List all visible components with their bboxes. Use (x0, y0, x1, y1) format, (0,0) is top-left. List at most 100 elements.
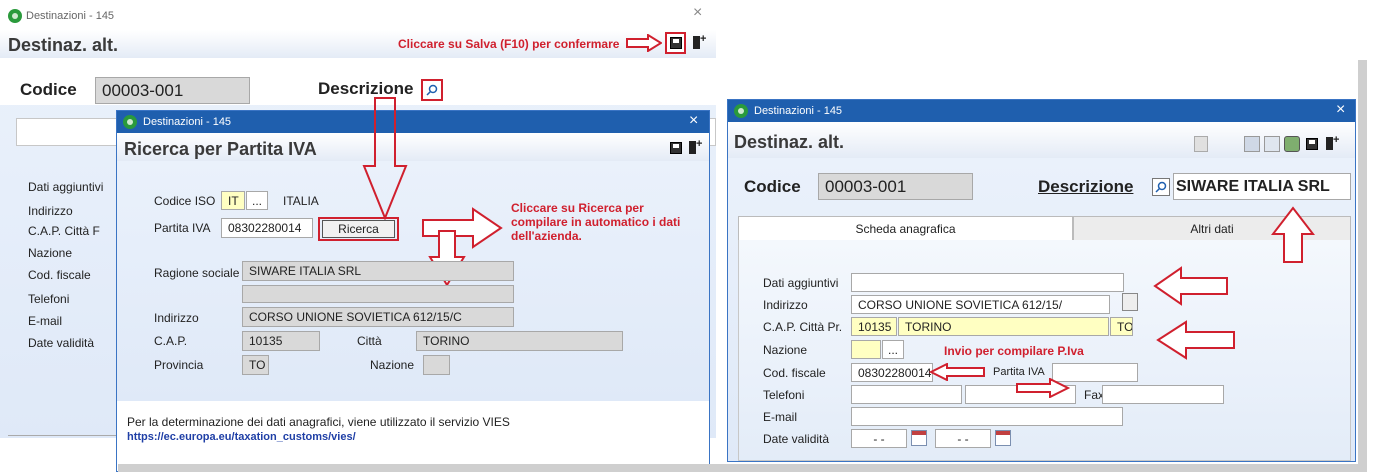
dati-aggiuntivi-field[interactable] (851, 273, 1124, 292)
search-icon (1155, 181, 1167, 193)
toolbar-copy-button[interactable] (1264, 136, 1280, 152)
exit-icon (693, 33, 706, 50)
page-title: Destinaz. alt. (734, 132, 845, 152)
close-icon[interactable]: × (693, 4, 702, 22)
close-icon[interactable]: × (1336, 101, 1345, 119)
cap-citta-label: C.A.P. Città Pr. (763, 320, 843, 334)
app-logo-icon (734, 104, 748, 118)
shadow-bottom (118, 464, 1367, 472)
side-label: E-mail (28, 314, 63, 328)
tab-scheda-anagrafica[interactable]: Scheda anagrafica (738, 216, 1073, 241)
date-to-field[interactable]: - - (935, 429, 991, 448)
citta-label: Città (357, 334, 382, 348)
nazione-label: Nazione (763, 343, 808, 357)
ragione-sociale-field-2 (242, 285, 514, 303)
codice-label: Codice (744, 177, 801, 196)
exit-button[interactable] (1326, 134, 1339, 151)
descrizione-field[interactable]: SIWARE ITALIA SRL (1173, 173, 1351, 200)
floppy-icon (670, 142, 682, 154)
nazione-lookup-button[interactable]: ... (882, 340, 904, 359)
cod-fiscale-label: Cod. fiscale (763, 366, 826, 380)
window-destinazioni-right: Destinazioni - 145 × Destinaz. alt. Codi… (727, 99, 1356, 462)
codice-iso-field[interactable]: IT (221, 191, 245, 210)
fax-field[interactable] (1102, 385, 1224, 404)
window-title: Destinazioni - 145 (26, 10, 115, 22)
page-title: Destinaz. alt. (8, 35, 119, 55)
arrow-left-icon (1156, 320, 1236, 360)
arrow-right-icon (1016, 378, 1070, 398)
vies-link[interactable]: https://ec.europa.eu/taxation_customs/vi… (127, 431, 356, 443)
indirizzo-label: Indirizzo (154, 311, 199, 325)
codice-label: Codice (20, 80, 77, 99)
indirizzo-field: CORSO UNIONE SOVIETICA 612/15/C (242, 307, 514, 327)
indirizzo-field[interactable]: CORSO UNIONE SOVIETICA 612/15/ (851, 295, 1110, 314)
provincia-label: Provincia (154, 358, 204, 372)
window-title: Destinazioni - 145 (754, 105, 843, 117)
side-label: Telefoni (28, 292, 70, 306)
toolbar-delete-button[interactable] (1194, 136, 1208, 152)
nazione-field (423, 355, 450, 375)
bottom-line (8, 435, 118, 436)
toolbar-print-button[interactable] (1244, 136, 1260, 152)
exit-button[interactable] (693, 33, 706, 50)
save-button[interactable] (670, 142, 682, 154)
body-top-white (0, 58, 716, 75)
codice-iso-label: Codice ISO (154, 194, 216, 208)
dialog-ricerca-partita-iva: Destinazioni - 145 × Ricerca per Partita… (116, 110, 710, 472)
provincia-field: TO (242, 355, 269, 375)
address-detail-button[interactable] (1122, 293, 1138, 311)
toolbar-tools-button[interactable] (1284, 136, 1300, 152)
descrizione-search-button[interactable] (421, 79, 443, 101)
arrow-right-icon (626, 34, 662, 52)
cap-field[interactable]: 10135 (851, 317, 897, 336)
dialog-heading: Ricerca per Partita IVA (124, 139, 317, 159)
provincia-field[interactable]: TO (1110, 317, 1133, 336)
cod-fiscale-field[interactable]: 08302280014 (851, 363, 933, 382)
email-label: E-mail (763, 410, 798, 424)
telefoni-field-1[interactable] (851, 385, 962, 404)
email-field[interactable] (851, 407, 1123, 426)
citta-field[interactable]: TORINO (898, 317, 1109, 336)
cap-field: 10135 (242, 331, 320, 351)
fax-label: Fax (1084, 388, 1105, 402)
close-icon[interactable]: × (689, 112, 698, 130)
ragione-sociale-label: Ragione sociale (154, 266, 240, 280)
calendar-icon[interactable] (911, 430, 927, 446)
codice-field[interactable]: 00003-001 (95, 77, 250, 104)
descrizione-search-button[interactable] (1152, 178, 1170, 196)
app-logo-icon (8, 9, 22, 23)
side-label: Indirizzo (28, 204, 73, 218)
partita-iva-field[interactable]: 08302280014 (221, 218, 313, 238)
arrow-down-icon (362, 96, 408, 220)
exit-button[interactable] (689, 138, 702, 155)
save-button[interactable] (665, 32, 686, 54)
date-validita-label: Date validità (763, 432, 830, 446)
partita-iva-label: Partita IVA (993, 366, 1045, 378)
partita-iva-label: Partita IVA (154, 221, 211, 235)
codice-iso-lookup-button[interactable]: ... (246, 191, 268, 210)
side-label: Date validità (28, 336, 95, 350)
side-label: Cod. fiscale (28, 268, 91, 282)
floppy-icon (1306, 138, 1318, 150)
telefoni-label: Telefoni (763, 388, 805, 402)
codice-field[interactable]: 00003-001 (818, 173, 973, 200)
nazione-field[interactable] (851, 340, 881, 359)
save-button[interactable] (1306, 138, 1318, 150)
arrow-left-icon (929, 363, 985, 381)
side-label: Dati aggiuntivi (28, 180, 104, 194)
save-hint: Cliccare su Salva (F10) per confermare (398, 37, 620, 51)
dati-aggiuntivi-label: Dati aggiuntivi (763, 276, 839, 290)
arrow-left-icon (1153, 266, 1229, 306)
exit-icon (689, 138, 702, 155)
floppy-icon (669, 37, 682, 49)
shadow-right (1358, 60, 1367, 470)
cap-label: C.A.P. (154, 334, 188, 348)
ricerca-button[interactable]: Ricerca (322, 220, 395, 238)
citta-field: TORINO (416, 331, 623, 351)
nazione-label: Nazione (370, 358, 415, 372)
date-from-field[interactable]: - - (851, 429, 907, 448)
calendar-icon[interactable] (995, 430, 1011, 446)
search-icon (426, 84, 438, 96)
invio-hint: Invio per compilare P.Iva (944, 344, 1084, 358)
app-logo-icon (123, 115, 137, 129)
